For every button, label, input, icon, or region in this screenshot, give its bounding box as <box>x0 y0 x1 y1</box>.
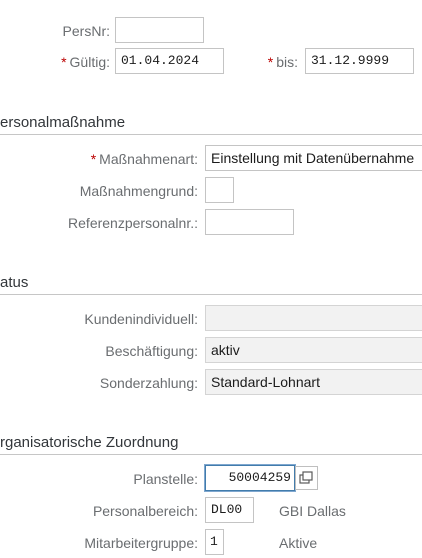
beschaeftigung-field: aktiv <box>205 337 422 363</box>
group-title-personalmassnahme: ersonalmaßnahme <box>0 114 126 131</box>
persnr-label: PersNr: <box>62 23 110 39</box>
gueltig-label: * Gültig: <box>61 54 110 70</box>
personalbereich-label: Personalbereich: <box>92 503 198 519</box>
massnahmenart-field[interactable]: Einstellung mit Datenübernahme <box>205 145 422 171</box>
value-help-icon <box>299 471 313 484</box>
kundenindividuell-field <box>205 305 422 331</box>
group-title-organisatorische-zuordnung: rganisatorische Zuordnung <box>0 434 179 451</box>
kundenindividuell-label: Kundenindividuell: <box>84 311 198 327</box>
value-help-button[interactable] <box>295 466 318 490</box>
massnahmengrund-field[interactable] <box>205 177 234 203</box>
planstelle-input[interactable]: 50004259 <box>205 465 295 491</box>
group-divider <box>0 294 422 295</box>
massnahmengrund-label: Maßnahmengrund: <box>79 183 198 199</box>
group-divider <box>0 454 422 455</box>
persnr-field[interactable] <box>115 17 204 43</box>
bis-label: * bis: <box>268 54 298 70</box>
sonderzahlung-field: Standard-Lohnart <box>205 369 422 395</box>
gueltig-date-field[interactable]: 01.04.2024 <box>115 48 224 74</box>
referenzpersonalnr-label: Referenzpersonalnr.: <box>68 215 198 231</box>
required-marker: * <box>61 54 67 70</box>
beschaeftigung-label: Beschäftigung: <box>105 343 198 359</box>
sonderzahlung-label: Sonderzahlung: <box>99 375 198 391</box>
group-title-status: atus <box>0 274 29 291</box>
mitarbeitergruppe-label: Mitarbeitergruppe: <box>84 535 198 551</box>
massnahmenart-label: * Maßnahmenart: <box>91 151 198 167</box>
personalbereich-text: GBI Dallas <box>279 503 346 519</box>
required-marker: * <box>267 54 274 70</box>
planstelle-label: Planstelle: <box>133 471 198 487</box>
group-divider <box>0 134 422 135</box>
massnahmenart-label-text: Maßnahmenart: <box>99 151 198 167</box>
bis-label-text: bis: <box>276 54 298 70</box>
required-marker: * <box>90 151 97 167</box>
mitarbeitergruppe-field[interactable]: 1 <box>205 529 224 555</box>
referenzpersonalnr-field[interactable] <box>205 209 294 235</box>
gueltig-label-text: Gültig: <box>69 54 110 70</box>
personalbereich-field[interactable]: DL00 <box>205 497 254 523</box>
bis-date-field[interactable]: 31.12.9999 <box>305 48 414 74</box>
mitarbeitergruppe-text: Aktive <box>279 535 318 551</box>
